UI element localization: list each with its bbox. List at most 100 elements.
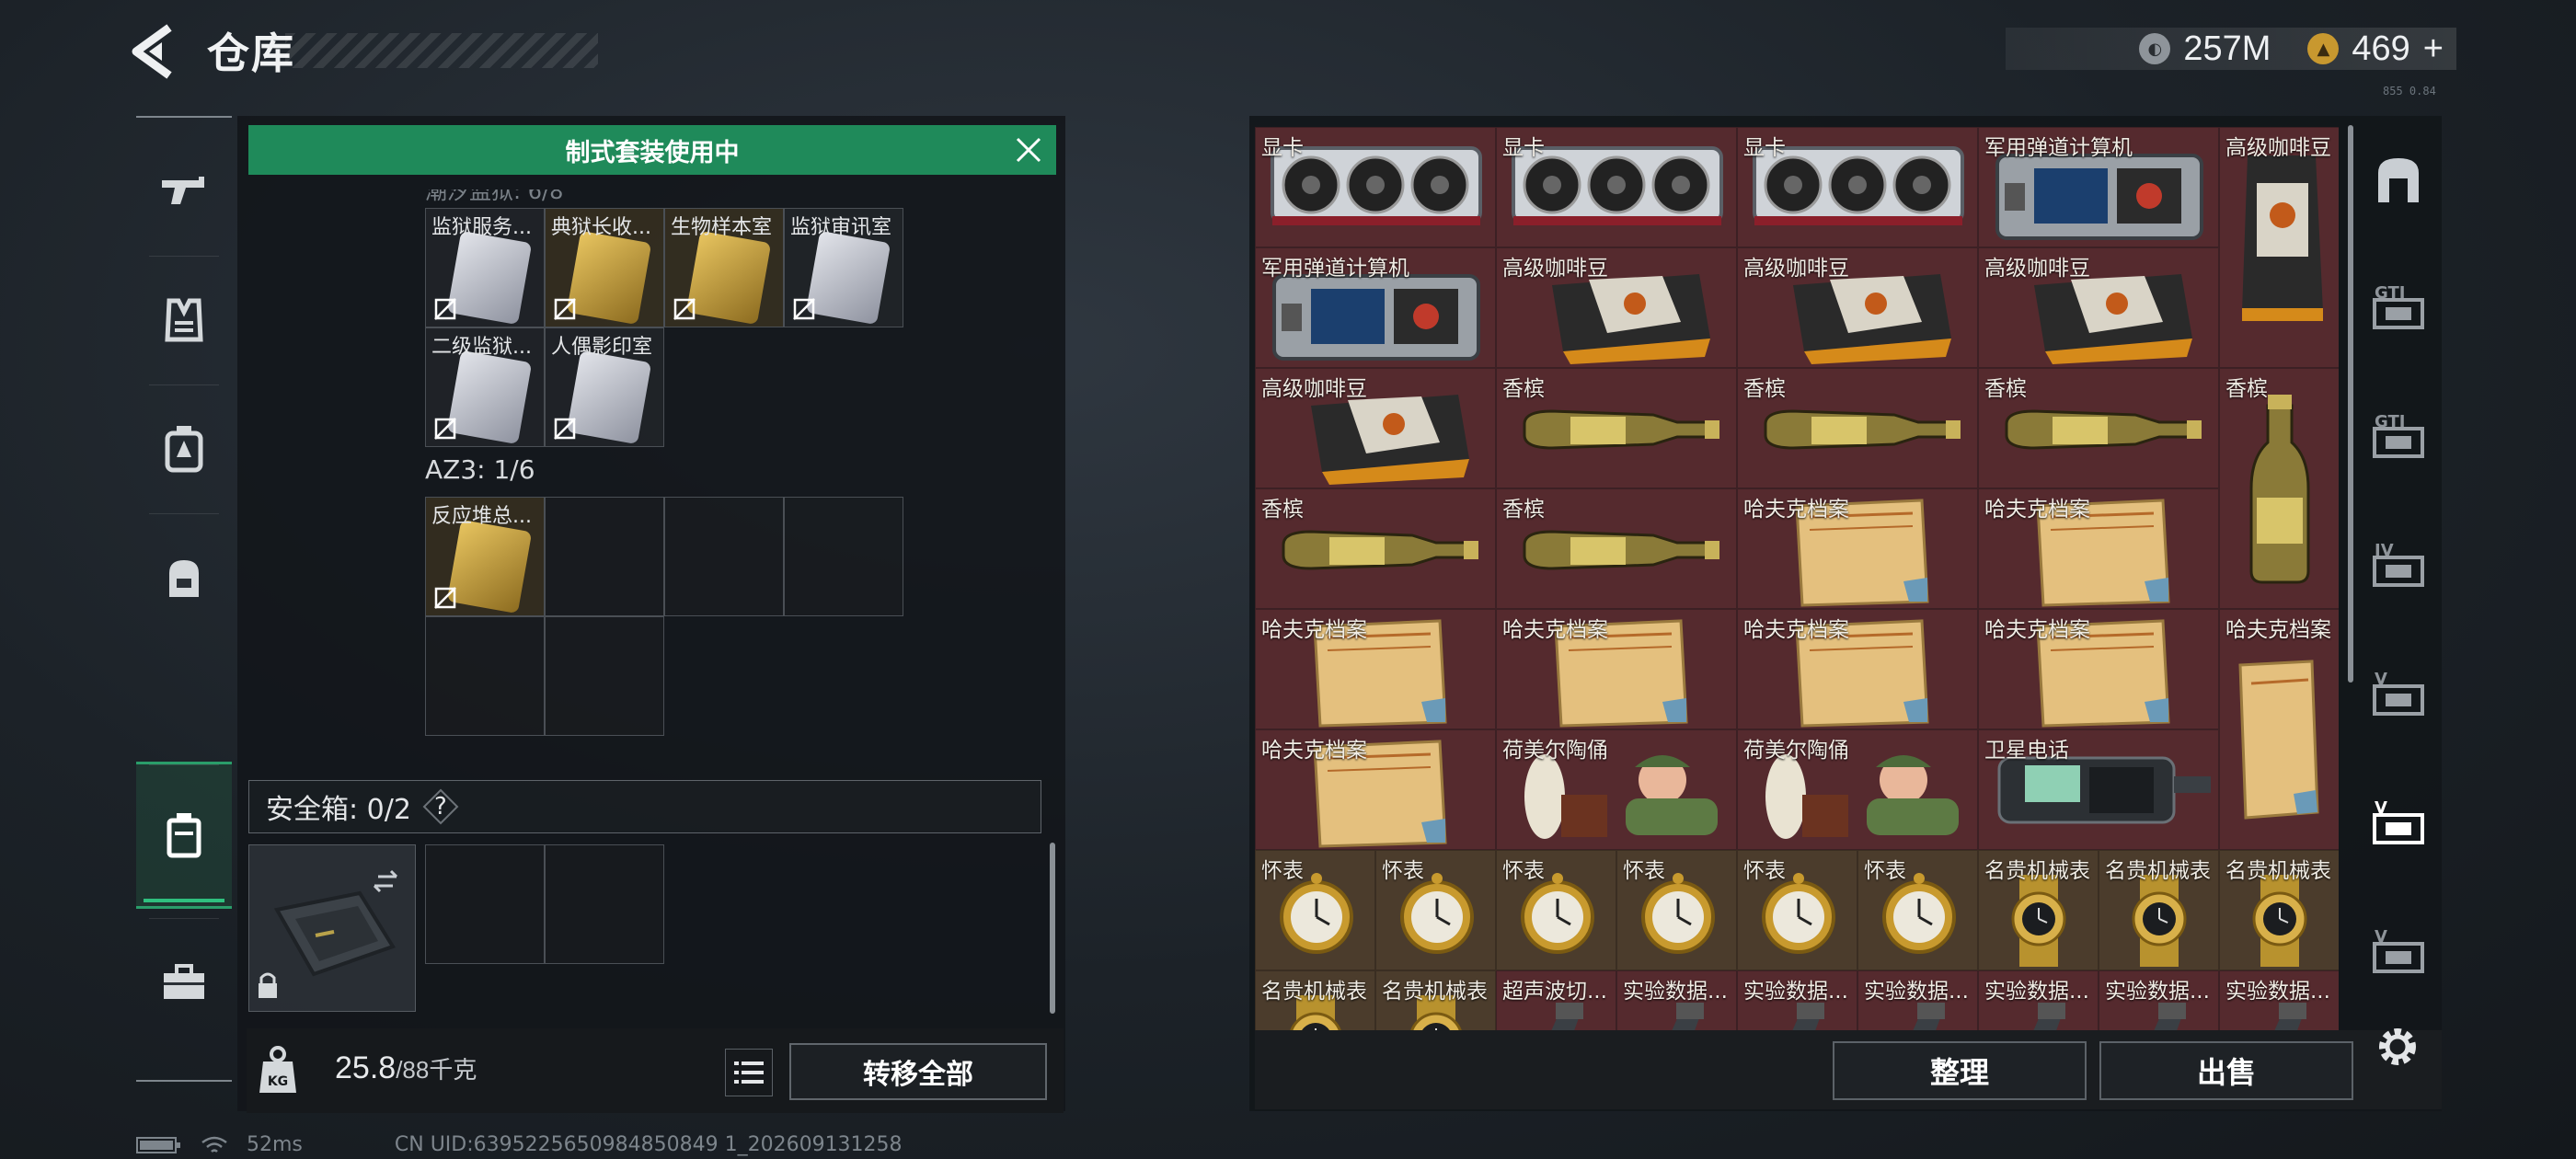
stash-item[interactable]: 军用弹道计算机 (1255, 247, 1496, 368)
stash-item-label: 高级咖啡豆 (1984, 257, 2090, 281)
stash-item[interactable]: 军用弹道计算机 (1978, 127, 2219, 247)
stash-item[interactable]: 哈夫克档案 (1496, 609, 1737, 729)
stash-item[interactable]: 哈夫克档案 (1737, 609, 1978, 729)
stash-item[interactable]: 名贵机械表 (1375, 970, 1496, 1030)
back-arrow-icon (132, 24, 172, 79)
stash-item[interactable]: 实验数据... (1857, 970, 1978, 1030)
stash-item-label: 高级咖啡豆 (2225, 136, 2331, 160)
list-view-button[interactable] (725, 1049, 773, 1096)
slot-label: 反应堆总... (431, 505, 532, 528)
keycard-slot[interactable]: 监狱审讯室 (784, 208, 903, 327)
slot-label: 生物样本室 (671, 216, 773, 239)
sort-button[interactable]: 整理 (1833, 1041, 2087, 1100)
stash-item[interactable]: 高级咖啡豆 (1496, 247, 1737, 368)
stash-item[interactable]: 荷美尔陶俑 (1737, 729, 1978, 850)
keycard-icon (566, 350, 652, 445)
stash-item[interactable]: 高级咖啡豆 (2219, 127, 2339, 368)
gold-add-button[interactable]: + (2423, 29, 2444, 69)
stash-item[interactable]: 名贵机械表 (2219, 850, 2339, 970)
stash-item[interactable]: 实验数据... (1978, 970, 2099, 1030)
sell-button[interactable]: 出售 (2099, 1041, 2353, 1100)
stash-item[interactable]: 哈夫克档案 (1255, 609, 1496, 729)
right-nav-item[interactable]: V (2355, 760, 2442, 889)
safebox-empty-slot[interactable] (545, 844, 664, 964)
empty-slot[interactable] (664, 497, 784, 616)
loadout-scrollbar[interactable] (1050, 843, 1055, 1014)
keycard-slot[interactable]: 二级监狱... (425, 327, 545, 447)
stash-item-label: 超声波切... (1502, 980, 1607, 1004)
nav-toolbox[interactable] (136, 918, 232, 1047)
stash-item[interactable]: 哈夫克档案 (2219, 609, 2339, 850)
right-nav-item[interactable]: GTI (2355, 373, 2442, 502)
stash-item[interactable]: 高级咖啡豆 (1978, 247, 2219, 368)
stash-scrollbar[interactable] (2348, 125, 2353, 683)
right-nav-item[interactable]: GTI (2355, 245, 2442, 373)
nav-safe-case[interactable] (136, 762, 232, 909)
stash-item[interactable]: 香槟 (1255, 488, 1496, 609)
stash-item[interactable]: 实验数据... (2099, 970, 2219, 1030)
nav-armor[interactable] (136, 256, 232, 384)
keycard-icon (446, 519, 533, 614)
empty-slot[interactable] (784, 497, 903, 616)
stash-item-label: 荷美尔陶俑 (1502, 739, 1608, 763)
stash-item[interactable]: 荷美尔陶俑 (1496, 729, 1737, 850)
transfer-all-button[interactable]: 转移全部 (789, 1043, 1047, 1100)
stash-item[interactable]: 哈夫克档案 (1978, 609, 2219, 729)
stash-item[interactable]: 香槟 (1978, 368, 2219, 488)
right-nav-item[interactable]: V (2355, 889, 2442, 1017)
stash-item[interactable]: 高级咖啡豆 (1737, 247, 1978, 368)
keycard-slot[interactable]: 人偶影印室 (545, 327, 664, 447)
stash-item-label: 香槟 (1261, 498, 1304, 522)
ping-text: 52ms (247, 1133, 303, 1156)
az3-section-label: AZ3: 1/6 (425, 454, 535, 485)
stash-item[interactable]: 怀表 (1616, 850, 1737, 970)
right-nav-item[interactable]: IV (2355, 502, 2442, 631)
stash-item[interactable]: 香槟 (1496, 368, 1737, 488)
stash-item-label: 高级咖啡豆 (1502, 257, 1608, 281)
stash-item[interactable]: 怀表 (1857, 850, 1978, 970)
stash-item[interactable]: 实验数据... (1616, 970, 1737, 1030)
stash-item[interactable]: 怀表 (1255, 850, 1375, 970)
stash-item[interactable]: 怀表 (1496, 850, 1616, 970)
back-button[interactable] (129, 24, 193, 79)
stash-item[interactable]: 哈夫克档案 (1737, 488, 1978, 609)
stash-item[interactable]: 实验数据... (2219, 970, 2339, 1030)
stash-item[interactable]: 名贵机械表 (1255, 970, 1375, 1030)
stash-item[interactable]: 哈夫克档案 (1255, 729, 1496, 850)
no-trade-icon (434, 418, 456, 440)
stash-item[interactable]: 高级咖啡豆 (1255, 368, 1496, 488)
stash-item[interactable]: 香槟 (2219, 368, 2339, 609)
empty-slot[interactable] (425, 616, 545, 736)
stash-item[interactable]: 怀表 (1737, 850, 1857, 970)
safebox-empty-slot[interactable] (425, 844, 545, 964)
close-icon[interactable] (1012, 133, 1045, 166)
stash-item[interactable]: 显卡 (1255, 127, 1496, 247)
settings-gear-icon[interactable] (2372, 1021, 2423, 1073)
nav-backpack[interactable] (136, 513, 232, 642)
stash-item[interactable]: 香槟 (1737, 368, 1978, 488)
stash-item[interactable]: 实验数据... (1737, 970, 1857, 1030)
empty-slot[interactable] (545, 616, 664, 736)
empty-slot[interactable] (545, 497, 664, 616)
right-nav-item[interactable] (2355, 116, 2442, 245)
stash-item[interactable]: 怀表 (1375, 850, 1496, 970)
keycard-slot[interactable]: 监狱服务... (425, 208, 545, 327)
right-nav-item[interactable]: V (2355, 631, 2442, 760)
stash-item[interactable]: 名贵机械表 (1978, 850, 2099, 970)
stash-item[interactable]: 名贵机械表 (2099, 850, 2219, 970)
safebox-item-slot[interactable] (248, 844, 416, 1012)
stash-item[interactable]: 显卡 (1737, 127, 1978, 247)
stash-item[interactable]: 香槟 (1496, 488, 1737, 609)
stash-item[interactable]: 哈夫克档案 (1978, 488, 2219, 609)
stash-item[interactable]: 卫星电话 (1978, 729, 2219, 850)
nav-chest-rig[interactable] (136, 384, 232, 513)
stash-item[interactable]: 超声波切... (1496, 970, 1616, 1030)
keycard-slot[interactable]: 典狱长收... (545, 208, 664, 327)
keycard-slot[interactable]: 反应堆总... (425, 497, 545, 616)
keycard-slot[interactable]: 生物样本室 (664, 208, 784, 327)
help-button[interactable]: ? (422, 788, 459, 825)
nav-weapons[interactable] (136, 127, 232, 256)
svg-text:V: V (2375, 927, 2387, 947)
stash-item[interactable]: 显卡 (1496, 127, 1737, 247)
silver-currency-value: 257M (2183, 29, 2271, 68)
